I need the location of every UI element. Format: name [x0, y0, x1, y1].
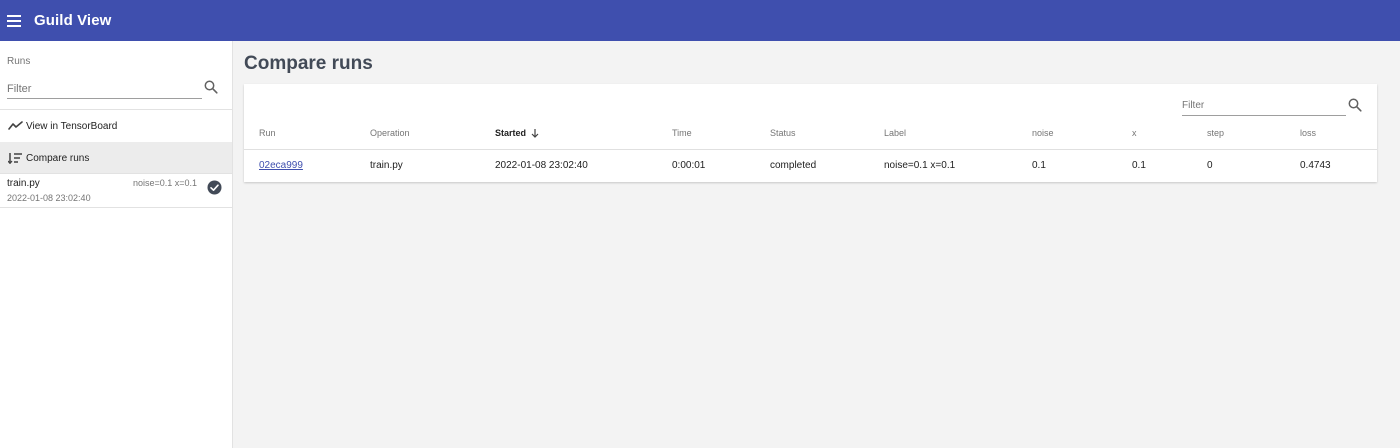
check-circle-icon — [207, 180, 222, 195]
timeline-icon — [8, 121, 23, 130]
column-header-started-label: Started — [495, 128, 527, 138]
arrow-down-icon — [531, 129, 539, 138]
column-header-started[interactable]: Started — [495, 128, 539, 138]
table-cell-step: 0 — [1207, 160, 1213, 171]
table-cell-loss: 0.4743 — [1300, 160, 1331, 171]
run-flags: noise=0.1 x=0.1 — [132, 178, 197, 188]
table-filter-input[interactable] — [1182, 100, 1346, 111]
table-cell-label: noise=0.1 x=0.1 — [884, 160, 956, 171]
column-header-status[interactable]: Status — [770, 128, 796, 138]
run-started: 2022-01-08 23:02:40 — [7, 193, 91, 203]
column-header-noise[interactable]: noise — [1032, 128, 1054, 138]
compare-runs-button[interactable]: Compare runs — [0, 142, 232, 174]
run-name: train.py — [7, 178, 40, 189]
column-header-operation[interactable]: Operation — [370, 128, 410, 138]
page-title: Compare runs — [244, 53, 373, 74]
search-icon[interactable] — [204, 80, 218, 94]
table-cell-time: 0:00:01 — [672, 160, 706, 171]
compare-runs-table-card: Run Operation Started Time Status Label … — [244, 84, 1377, 182]
sidebar-section-title: Runs — [7, 56, 31, 67]
sort-list-icon — [8, 153, 22, 164]
table-cell-x: 0.1 — [1132, 160, 1146, 171]
app-title: Guild View — [34, 12, 112, 29]
run-id-link[interactable]: 02eca999 — [259, 160, 303, 171]
column-header-time[interactable]: Time — [672, 128, 692, 138]
column-header-step[interactable]: step — [1207, 128, 1224, 138]
column-header-loss[interactable]: loss — [1300, 128, 1316, 138]
search-icon[interactable] — [1348, 98, 1362, 112]
table-cell-status: completed — [770, 160, 817, 171]
sidebar: Runs View in TensorBoard Compare runs tr… — [0, 41, 233, 448]
table-cell-operation: train.py — [370, 160, 403, 171]
compare-runs-label: Compare runs — [26, 152, 90, 164]
table-header-divider — [244, 149, 1377, 150]
column-header-x[interactable]: x — [1132, 128, 1137, 138]
sidebar-divider — [0, 207, 232, 208]
table-filter-field — [1182, 96, 1346, 116]
sidebar-filter-input[interactable] — [7, 82, 202, 95]
run-list-item[interactable]: train.py noise=0.1 x=0.1 2022-01-08 23:0… — [0, 173, 232, 207]
column-header-run[interactable]: Run — [259, 128, 276, 138]
column-header-label[interactable]: Label — [884, 128, 906, 138]
menu-icon[interactable] — [7, 14, 21, 27]
view-in-tensorboard-button[interactable]: View in TensorBoard — [0, 110, 232, 142]
table-cell-noise: 0.1 — [1032, 160, 1046, 171]
sidebar-filter-field — [7, 79, 202, 99]
app-bar: Guild View — [0, 0, 1400, 41]
table-cell-started: 2022-01-08 23:02:40 — [495, 160, 588, 171]
view-in-tensorboard-label: View in TensorBoard — [26, 120, 118, 132]
